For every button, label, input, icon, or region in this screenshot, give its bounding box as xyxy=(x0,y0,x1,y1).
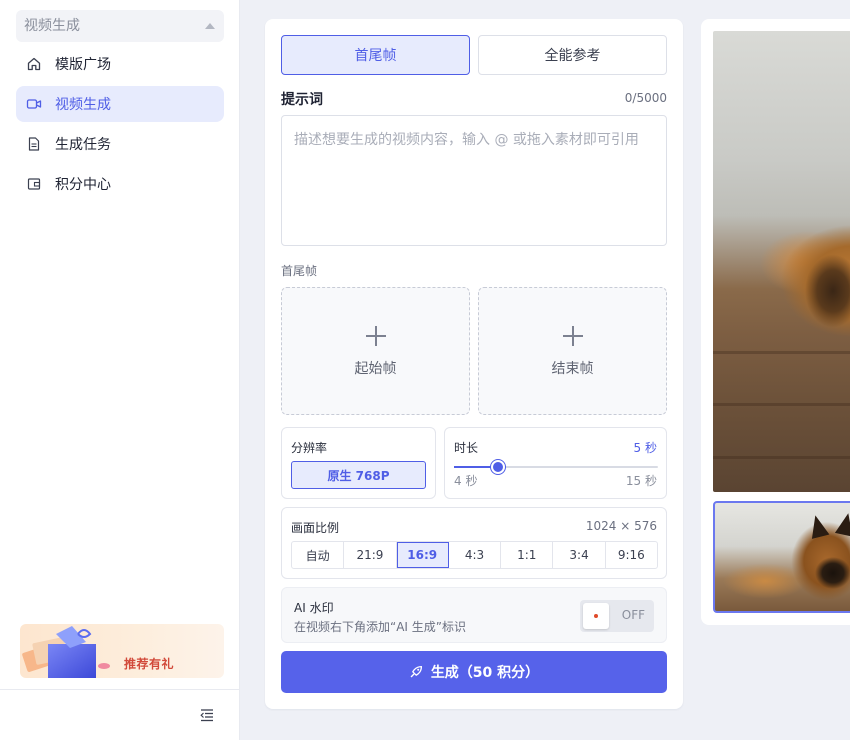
watermark-setting: AI 水印 在视频右下角添加“AI 生成”标识 OFF xyxy=(281,587,667,643)
wood-plank-line xyxy=(713,403,850,406)
sidebar-group-header[interactable]: 视频生成 xyxy=(16,10,224,42)
plus-icon xyxy=(365,326,386,346)
aspect-option[interactable]: 16:9 xyxy=(396,542,449,568)
watermark-title: AI 水印 xyxy=(294,601,334,615)
generate-button[interactable]: 生成（50 积分） xyxy=(281,651,667,693)
referral-banner[interactable]: 推荐有礼 xyxy=(20,624,224,678)
sidebar-item-label: 积分中心 xyxy=(55,177,111,193)
tab-first-last-frame[interactable]: 首尾帧 xyxy=(281,35,470,75)
aspect-option[interactable]: 自动 xyxy=(292,542,345,568)
sidebar-item-label: 生成任务 xyxy=(55,137,111,153)
duration-min-label: 4 秒 xyxy=(454,474,478,488)
aspect-ratio-size: 1024 × 576 xyxy=(585,519,657,533)
duration-max-label: 15 秒 xyxy=(625,474,657,488)
sidebar-item-tasks[interactable]: 生成任务 xyxy=(16,126,224,162)
duration-slider[interactable] xyxy=(454,460,658,474)
gift-illustration-icon xyxy=(22,626,110,678)
frames-section-label: 首尾帧 xyxy=(281,264,318,278)
home-icon xyxy=(26,56,42,72)
rocket-icon xyxy=(409,665,423,679)
aspect-ratio-options: 自动 21:9 16:9 4:3 1:1 3:4 9:16 xyxy=(291,541,658,569)
watermark-toggle[interactable]: OFF xyxy=(580,600,654,632)
end-frame-upload[interactable]: 结束帧 xyxy=(478,287,667,415)
aspect-option[interactable]: 3:4 xyxy=(553,542,606,568)
sidebar-item-label: 视频生成 xyxy=(55,97,111,113)
toggle-thumb xyxy=(583,603,609,629)
tab-omni-reference[interactable]: 全能参考 xyxy=(478,35,667,75)
chevron-up-icon xyxy=(205,23,215,29)
sidebar-item-points[interactable]: 积分中心 xyxy=(16,166,224,202)
watermark-description: 在视频右下角添加“AI 生成”标识 xyxy=(294,620,466,634)
sidebar-divider xyxy=(0,689,240,690)
sidebar-item-label: 模版广场 xyxy=(55,57,111,73)
aspect-option[interactable]: 9:16 xyxy=(606,542,657,568)
sidebar-group-label: 视频生成 xyxy=(24,18,80,34)
duration-value: 5 秒 xyxy=(633,441,657,455)
aspect-option[interactable]: 4:3 xyxy=(449,542,502,568)
aspect-option[interactable]: 1:1 xyxy=(501,542,554,568)
preview-panel xyxy=(701,19,850,625)
prompt-char-counter: 0/5000 xyxy=(624,91,667,105)
resolution-option[interactable]: 原生 768P xyxy=(291,461,426,489)
duration-label: 时长 xyxy=(454,441,479,455)
start-frame-label: 起始帧 xyxy=(354,361,397,377)
collapse-menu-icon[interactable] xyxy=(199,707,215,723)
sidebar-item-video-generation[interactable]: 视频生成 xyxy=(16,86,224,122)
duration-box: 时长 5 秒 4 秒 15 秒 xyxy=(444,427,667,499)
prompt-label: 提示词 xyxy=(281,92,323,108)
start-frame-upload[interactable]: 起始帧 xyxy=(281,287,470,415)
prompt-input[interactable]: 描述想要生成的视频内容，输入 @ 或拖入素材即可引用 xyxy=(281,115,667,246)
preview-thumbnail-selected[interactable] xyxy=(713,501,850,613)
generation-form-panel: 首尾帧 全能参考 提示词 0/5000 描述想要生成的视频内容，输入 @ 或拖入… xyxy=(265,19,683,709)
wood-plank-line xyxy=(713,351,850,354)
aspect-option[interactable]: 21:9 xyxy=(344,542,397,568)
resolution-label: 分辨率 xyxy=(291,441,328,455)
banner-text: 推荐有礼 xyxy=(124,657,175,671)
plus-icon xyxy=(562,326,583,346)
resolution-box: 分辨率 原生 768P xyxy=(281,427,436,499)
sidebar-item-templates[interactable]: 模版广场 xyxy=(16,46,224,82)
video-camera-icon xyxy=(26,96,42,112)
end-frame-label: 结束帧 xyxy=(551,361,594,377)
aspect-ratio-label: 画面比例 xyxy=(291,521,340,535)
document-icon xyxy=(26,136,42,152)
generate-button-label: 生成（50 积分） xyxy=(430,665,540,681)
dog-ear-shape xyxy=(834,511,850,537)
dog-ear-shape xyxy=(806,513,830,539)
aspect-ratio-box: 画面比例 1024 × 576 自动 21:9 16:9 4:3 1:1 3:4… xyxy=(281,507,667,579)
duration-slider-handle[interactable] xyxy=(491,460,505,474)
preview-main-image[interactable] xyxy=(713,31,850,492)
sidebar: 视频生成 模版广场 视频生成 生成任务 积分中心 推荐有礼 xyxy=(0,0,240,740)
toggle-state-label: OFF xyxy=(621,608,645,622)
wallet-icon xyxy=(26,176,42,192)
wood-plank-line xyxy=(713,456,850,459)
